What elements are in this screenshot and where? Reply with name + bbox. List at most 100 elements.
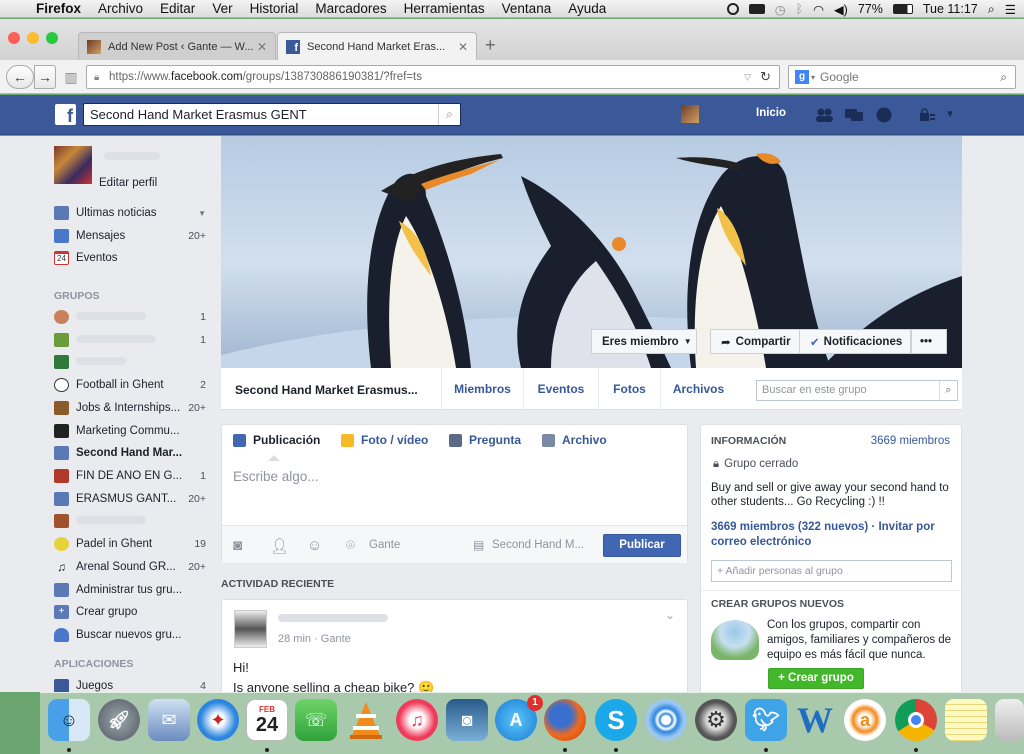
share-button[interactable]: ➦ Compartir — [710, 329, 800, 354]
forward-button[interactable]: → — [34, 65, 56, 89]
composer-tab-question[interactable]: Pregunta — [449, 433, 521, 447]
wifi-icon[interactable]: ◠ — [813, 2, 824, 17]
tag-friends-icon[interactable]: 👤︎ — [270, 537, 289, 555]
notification-center-icon[interactable]: ☰ — [1005, 2, 1016, 17]
menu-ver[interactable]: Ver — [212, 1, 232, 16]
add-people-input[interactable]: + Añadir personas al grupo — [711, 560, 952, 582]
location-pin-icon[interactable]: ⌾ — [346, 537, 355, 554]
publish-button[interactable]: Publicar — [603, 534, 681, 557]
facebook-search-input[interactable]: Second Hand Market Erasmus GENT ⌕ — [83, 103, 461, 126]
safari-compass-icon[interactable]: ✦ — [197, 699, 239, 741]
news-feed-dropdown-icon[interactable]: ▼ — [198, 209, 206, 218]
reload-icon[interactable]: ↻ — [760, 69, 771, 85]
member-status-button[interactable]: Eres miembro ▼ — [591, 329, 697, 354]
sidebar-item-events[interactable]: 24 Eventos — [54, 248, 206, 268]
search-engine-dropdown-icon[interactable]: ▾ — [811, 73, 815, 82]
search-bar[interactable]: g ▾ Google ⌕ — [788, 65, 1016, 89]
firefox-icon[interactable] — [544, 699, 586, 741]
battery-icon[interactable] — [892, 4, 913, 14]
finder-icon[interactable]: ☺ — [48, 699, 90, 741]
messages-icon[interactable] — [845, 107, 863, 123]
sidebar-group-marketing[interactable]: Marketing Commu... — [54, 421, 206, 441]
feeling-smiley-icon[interactable]: ☺ — [307, 537, 322, 554]
window-minimize-button[interactable] — [27, 32, 39, 44]
word-icon[interactable]: W — [794, 699, 836, 741]
sidebar-group-item[interactable] — [54, 352, 206, 372]
more-options-button[interactable]: ••• — [911, 329, 947, 354]
launchpad-rocket-icon[interactable]: 🚀︎ — [98, 699, 140, 741]
member-count-invite[interactable]: 3669 miembros (322 nuevos) · Invitar por… — [711, 520, 956, 550]
home-link[interactable]: Inicio — [756, 107, 786, 119]
tab-members[interactable]: Miembros — [441, 368, 523, 410]
audience-label[interactable]: Second Hand M... — [492, 539, 584, 551]
chrome-icon[interactable] — [895, 699, 937, 741]
sidebar-find-groups[interactable]: Buscar nuevos gru... — [54, 625, 206, 645]
twitter-bird-icon[interactable]: 🐦︎ — [745, 699, 787, 741]
location-label[interactable]: Gante — [369, 539, 400, 551]
sidebar-group-arenal-sound[interactable]: ♫ Arenal Sound GR... 20+ — [54, 557, 206, 577]
composer-tab-post[interactable]: Publicación — [233, 433, 320, 447]
sidebar-item-news-feed[interactable]: Últimas noticias ▼ — [54, 203, 206, 223]
tab-second-hand-market[interactable]: f Second Hand Market Eras... ✕ — [277, 32, 477, 60]
window-zoom-button[interactable] — [46, 32, 58, 44]
time-machine-icon[interactable] — [645, 699, 687, 741]
search-icon[interactable]: ⌕ — [939, 381, 957, 400]
menu-editar[interactable]: Editar — [160, 1, 195, 16]
menu-app-name[interactable]: Firefox — [36, 1, 81, 16]
tab-files[interactable]: Archivos — [660, 368, 736, 410]
audience-group-icon[interactable]: ▤ — [473, 538, 484, 552]
sidebar-group-fin-de-ano[interactable]: FIN DE AÑO EN G... 1 — [54, 466, 206, 486]
create-group-button[interactable]: + Crear grupo — [768, 668, 864, 689]
battery-monitor-icon[interactable] — [748, 4, 765, 14]
menu-ventana[interactable]: Ventana — [502, 1, 552, 16]
members-link[interactable]: 3669 miembros — [871, 435, 950, 447]
sidebar-app-games[interactable]: Juegos 4 — [54, 676, 206, 692]
back-button[interactable]: ← — [6, 65, 34, 89]
downloads-stack-icon[interactable] — [995, 699, 1024, 741]
bluetooth-icon[interactable]: ᛒ — [796, 2, 804, 16]
privacy-shortcuts-icon[interactable] — [918, 107, 936, 123]
group-search-input[interactable]: Buscar en este grupo ⌕ — [756, 380, 958, 401]
composer-input[interactable]: Escribe algo... — [233, 469, 319, 484]
post-meta[interactable]: 28 min · Gante — [278, 633, 351, 645]
facetime-icon[interactable]: ☏ — [295, 699, 337, 741]
tab-photos[interactable]: Fotos — [598, 368, 660, 410]
sidebar-group-item[interactable]: 1 — [54, 330, 206, 350]
status-circle-icon[interactable] — [726, 3, 739, 15]
volume-icon[interactable]: ◀) — [834, 2, 848, 17]
search-icon[interactable]: ⌕ — [438, 104, 460, 125]
sidebar-group-padel[interactable]: Padel in Ghent 19 — [54, 534, 206, 554]
group-title[interactable]: Second Hand Market Erasmus... — [235, 383, 418, 397]
account-dropdown-icon[interactable]: ▼ — [945, 109, 963, 125]
tab-events[interactable]: Eventos — [523, 368, 598, 410]
menu-herramientas[interactable]: Herramientas — [404, 1, 485, 16]
profile-thumb[interactable] — [681, 105, 699, 123]
edit-profile-link[interactable]: Editar perfil — [99, 177, 157, 189]
composer-tab-file[interactable]: Archivo — [542, 433, 607, 447]
post-author-avatar[interactable] — [234, 610, 267, 648]
window-close-button[interactable] — [8, 32, 20, 44]
iphoto-camera-icon[interactable]: ◙ — [446, 699, 488, 741]
tab-add-new-post[interactable]: Add New Post ‹ Gante — W... ✕ — [78, 32, 276, 60]
menu-marcadores[interactable]: Marcadores — [315, 1, 386, 16]
friend-requests-icon[interactable] — [815, 107, 833, 123]
skype-icon[interactable]: S — [595, 699, 637, 741]
sidebar-create-group[interactable]: + Crear grupo — [54, 602, 206, 622]
vlc-cone-icon[interactable] — [345, 699, 387, 741]
search-icon[interactable]: ⌕ — [1000, 70, 1007, 85]
camera-icon[interactable]: ◙ — [233, 537, 242, 554]
sidebar-group-jobs[interactable]: Jobs & Internships... 20+ — [54, 398, 206, 418]
url-bar[interactable]: 🔒︎ https://www. facebook.com/groups/13873… — [86, 65, 780, 89]
sidebar-group-erasmus-gant[interactable]: ERASMUS GANT... 20+ — [54, 489, 206, 509]
new-tab-icon[interactable]: + — [485, 35, 496, 56]
time-machine-icon[interactable]: ◷ — [775, 2, 786, 17]
menu-archivo[interactable]: Archivo — [98, 1, 143, 16]
facebook-logo-icon[interactable]: f — [55, 104, 76, 126]
menu-ayuda[interactable]: Ayuda — [568, 1, 606, 16]
calendar-icon[interactable]: FEB 24 — [246, 699, 288, 741]
url-dropdown-icon[interactable]: ▽ — [744, 72, 751, 83]
post-options-chevron-icon[interactable]: ⌄ — [665, 608, 675, 622]
mail-stamp-icon[interactable]: ✉ — [148, 699, 190, 741]
notifications-button[interactable]: ✔ Notificaciones — [799, 329, 911, 354]
menu-historial[interactable]: Historial — [250, 1, 299, 16]
